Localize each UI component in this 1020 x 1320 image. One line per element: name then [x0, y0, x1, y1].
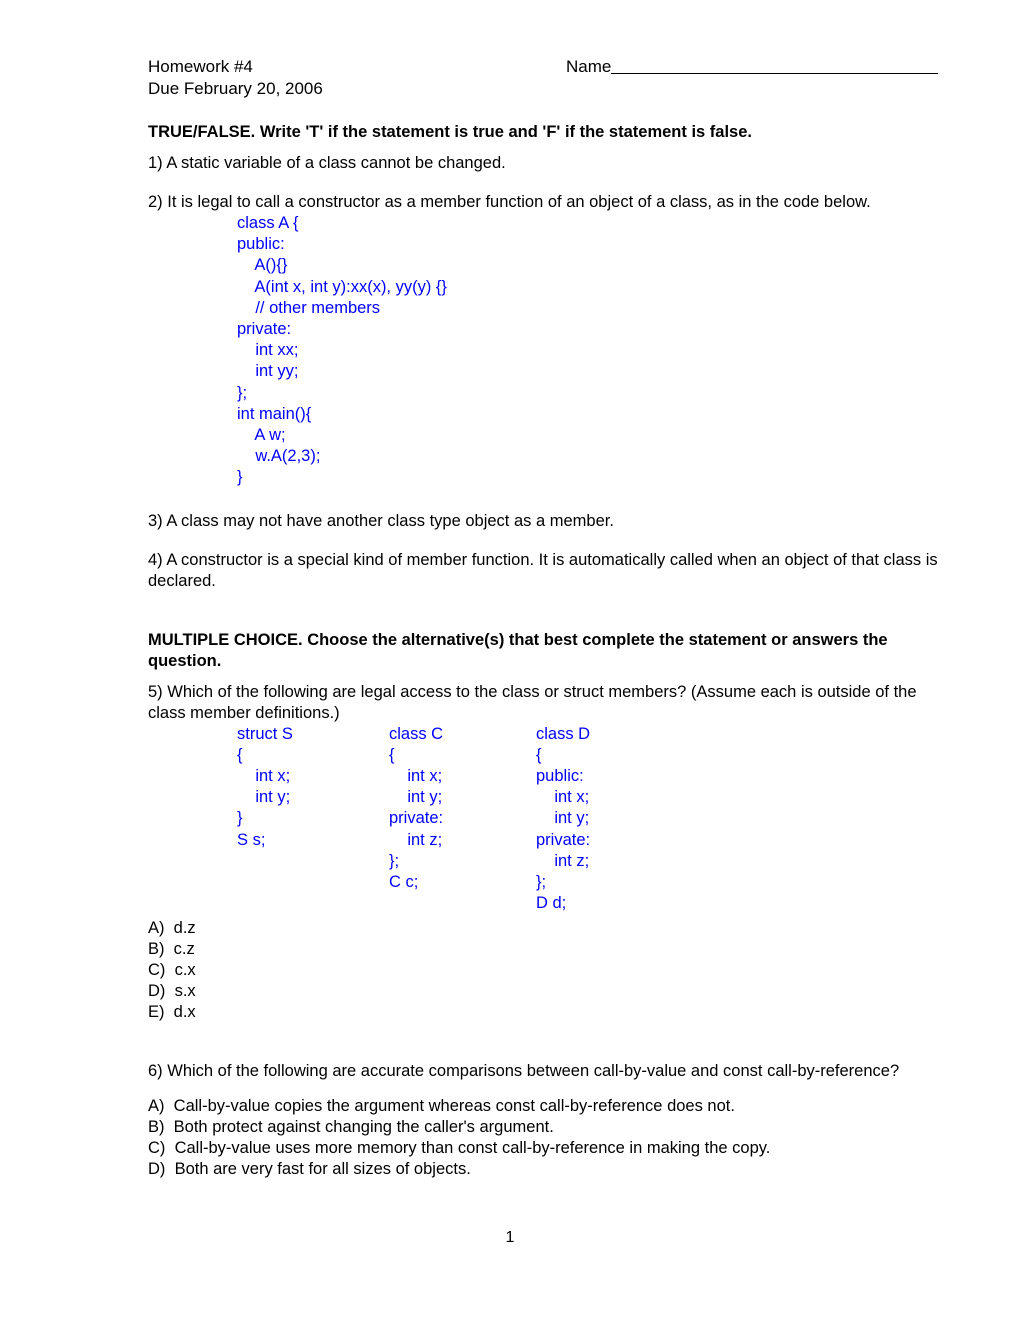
question-5-option-e[interactable]: E) d.x: [148, 1002, 938, 1023]
question-5-option-c[interactable]: C) c.x: [148, 960, 938, 981]
question-5-code-columns: struct S { int x; int y; } S s; class C …: [237, 724, 938, 915]
assignment-title: Homework #4: [148, 57, 253, 76]
question-4-text: 4) A constructor is a special kind of me…: [148, 550, 938, 590]
question-6-option-a[interactable]: A) Call-by-value copies the argument whe…: [148, 1096, 938, 1117]
question-2-text: 2) It is legal to call a constructor as …: [148, 193, 871, 211]
due-date-line: Due February 20, 2006: [148, 79, 323, 98]
document-header: Homework #4 Name: [148, 56, 938, 78]
question-6-option-d[interactable]: D) Both are very fast for all sizes of o…: [148, 1159, 938, 1180]
question-6-text: 6) Which of the following are accurate c…: [148, 1062, 900, 1081]
question-5-option-b[interactable]: B) c.z: [148, 939, 938, 960]
section-heading-true-false: TRUE/FALSE. Write 'T' if the statement i…: [148, 123, 752, 141]
question-6-options: A) Call-by-value copies the argument whe…: [148, 1096, 938, 1180]
name-label: Name: [566, 57, 612, 76]
code-column-class-d: class D { public: int x; int y; private:…: [536, 724, 591, 913]
code-column-class-c: class C { int x; int y; private: int z; …: [389, 724, 444, 892]
document-page: Homework #4 Name Due February 20, 2006 T…: [0, 0, 1020, 1320]
question-6-option-b[interactable]: B) Both protect against changing the cal…: [148, 1117, 938, 1138]
question-1-text: 1) A static variable of a class cannot b…: [148, 154, 506, 172]
question-2-code-block: class A { public: A(){} A(int x, int y):…: [237, 214, 447, 487]
question-6-option-c[interactable]: C) Call-by-value uses more memory than c…: [148, 1138, 938, 1159]
question-5-text: 5) Which of the following are legal acce…: [148, 682, 917, 722]
question-5-option-d[interactable]: D) s.x: [148, 981, 938, 1002]
code-column-struct-s: struct S { int x; int y; } S s;: [237, 724, 293, 849]
question-3-text: 3) A class may not have another class ty…: [148, 511, 614, 530]
page-number: 1: [505, 1229, 515, 1246]
page-content: Homework #4 Name Due February 20, 2006 T…: [148, 56, 938, 1180]
question-5-option-a[interactable]: A) d.z: [148, 918, 938, 939]
section-heading-multiple-choice: MULTIPLE CHOICE. Choose the alternative(…: [148, 630, 888, 670]
question-5-options: A) d.z B) c.z C) c.x D) s.x E) d.x: [148, 918, 938, 1023]
name-blank-line: [611, 73, 938, 74]
